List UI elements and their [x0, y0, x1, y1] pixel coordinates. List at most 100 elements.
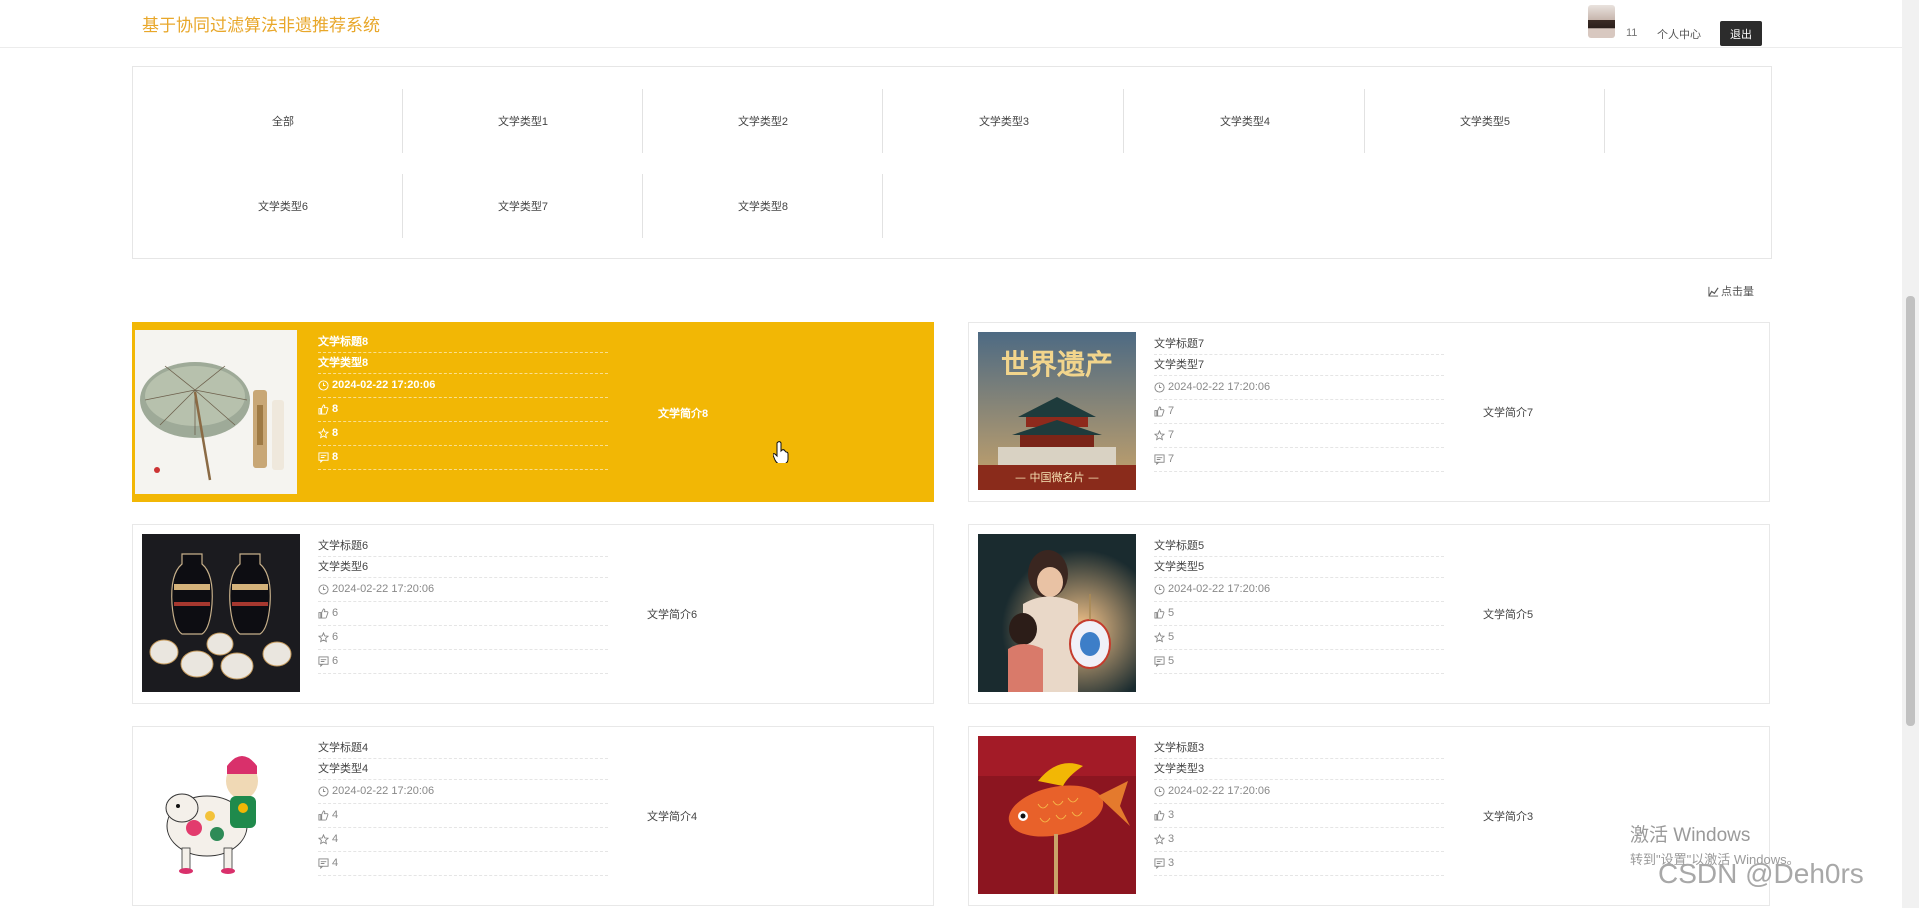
sort-label: 点击量	[1721, 286, 1754, 298]
card-type: 文学类型7	[1154, 355, 1444, 376]
top-header: 基于协同过滤算法非遗推荐系统 11 个人中心 退出	[0, 0, 1902, 48]
card-title[interactable]: 文学标题3	[1154, 738, 1444, 759]
card-favorites: 8	[318, 422, 608, 446]
thumbs-up-icon	[318, 404, 329, 415]
scrollbar[interactable]	[1902, 0, 1919, 908]
card-title[interactable]: 文学标题6	[318, 536, 608, 557]
clock-icon	[318, 584, 329, 595]
comment-icon	[318, 858, 329, 869]
star-icon	[318, 834, 329, 845]
card-likes: 8	[318, 398, 608, 422]
star-icon	[1154, 430, 1165, 441]
logout-button[interactable]: 退出	[1720, 21, 1762, 46]
card-favorites: 7	[1154, 424, 1444, 448]
category-4[interactable]: 文学类型4	[1125, 89, 1365, 153]
image-caption-subtitle: — 中国微名片 —	[1015, 470, 1099, 484]
category-all[interactable]: 全部	[163, 89, 403, 153]
thumbs-up-icon	[1154, 406, 1165, 417]
card-date: 2024-02-22 17:20:06	[1154, 780, 1444, 804]
card-title[interactable]: 文学标题7	[1154, 334, 1444, 355]
star-icon	[1154, 632, 1165, 643]
card-comments: 5	[1154, 650, 1444, 674]
scrollbar-thumb[interactable]	[1906, 296, 1915, 726]
chart-icon	[1708, 286, 1719, 297]
item-card[interactable]: 文学标题4 文学类型4 2024-02-22 17:20:06 4 4 4 文学…	[132, 726, 934, 906]
lantern-girls-image	[978, 534, 1136, 692]
activation-title: 激活 Windows	[1630, 825, 1751, 846]
card-comments: 7	[1154, 448, 1444, 472]
clock-icon	[318, 380, 329, 391]
card-image[interactable]	[142, 534, 300, 692]
item-card[interactable]: 世界遗产 — 中国微名片 — 文学标题7 文学类型7 2024-02-22 17…	[968, 322, 1770, 502]
temple-image: 世界遗产 — 中国微名片 —	[978, 332, 1136, 490]
category-8[interactable]: 文学类型8	[643, 174, 883, 238]
card-date: 2024-02-22 17:20:06	[1154, 376, 1444, 400]
card-intro: 文学简介8	[658, 408, 709, 420]
card-image[interactable]: 世界遗产 — 中国微名片 —	[978, 332, 1136, 490]
csdn-watermark: CSDN @Deh0rs	[1658, 858, 1864, 889]
star-icon	[318, 632, 329, 643]
category-2[interactable]: 文学类型2	[643, 89, 883, 153]
thumbs-up-icon	[1154, 608, 1165, 619]
card-likes: 3	[1154, 804, 1444, 828]
card-image[interactable]	[978, 736, 1136, 894]
thumbs-up-icon	[1154, 810, 1165, 821]
category-7[interactable]: 文学类型7	[403, 174, 643, 238]
user-center-link[interactable]: 个人中心	[1657, 26, 1701, 42]
card-favorites: 5	[1154, 626, 1444, 650]
comment-icon	[1154, 656, 1165, 667]
site-title[interactable]: 基于协同过滤算法非遗推荐系统	[142, 11, 380, 36]
card-likes: 4	[318, 804, 608, 828]
clay-figure-image	[142, 736, 300, 894]
clock-icon	[318, 786, 329, 797]
image-caption-title: 世界遗产	[1001, 348, 1113, 381]
card-image[interactable]	[142, 736, 300, 894]
card-likes: 6	[318, 602, 608, 626]
vases-image	[142, 534, 300, 692]
card-image[interactable]	[978, 534, 1136, 692]
star-icon	[318, 428, 329, 439]
card-favorites: 6	[318, 626, 608, 650]
card-comments: 3	[1154, 852, 1444, 876]
card-type: 文学类型5	[1154, 557, 1444, 578]
clock-icon	[1154, 382, 1165, 393]
star-icon	[1154, 834, 1165, 845]
username: 11	[1626, 27, 1638, 39]
thumbs-up-icon	[318, 810, 329, 821]
clock-icon	[1154, 584, 1165, 595]
comment-icon	[1154, 454, 1165, 465]
card-title[interactable]: 文学标题4	[318, 738, 608, 759]
card-type: 文学类型4	[318, 759, 608, 780]
card-date: 2024-02-22 17:20:06	[318, 780, 608, 804]
card-likes: 7	[1154, 400, 1444, 424]
category-6[interactable]: 文学类型6	[163, 174, 403, 238]
thumbs-up-icon	[318, 608, 329, 619]
card-comments: 8	[318, 446, 608, 470]
card-date: 2024-02-22 17:20:06	[1154, 578, 1444, 602]
comment-icon	[318, 452, 329, 463]
card-likes: 5	[1154, 602, 1444, 626]
hand-cursor-icon	[773, 441, 789, 463]
card-title[interactable]: 文学标题8	[318, 332, 608, 353]
card-date: 2024-02-22 17:20:06	[318, 374, 608, 398]
card-type: 文学类型8	[318, 353, 608, 374]
item-card[interactable]: 文学标题6 文学类型6 2024-02-22 17:20:06 6 6 6 文学…	[132, 524, 934, 704]
card-comments: 4	[318, 852, 608, 876]
card-comments: 6	[318, 650, 608, 674]
card-image[interactable]	[135, 330, 297, 494]
avatar[interactable]	[1588, 5, 1615, 38]
card-favorites: 3	[1154, 828, 1444, 852]
comment-icon	[318, 656, 329, 667]
item-card[interactable]: 文学标题5 文学类型5 2024-02-22 17:20:06 5 5 5 文学…	[968, 524, 1770, 704]
comment-icon	[1154, 858, 1165, 869]
card-title[interactable]: 文学标题5	[1154, 536, 1444, 557]
item-card[interactable]: 文学标题8 文学类型8 2024-02-22 17:20:06 8 8 8 文学…	[132, 322, 934, 502]
sort-by-clicks[interactable]: 点击量	[1708, 283, 1754, 299]
card-favorites: 4	[318, 828, 608, 852]
item-card[interactable]: 文学标题3 文学类型3 2024-02-22 17:20:06 3 3 3 文学…	[968, 726, 1770, 906]
category-5[interactable]: 文学类型5	[1365, 89, 1605, 153]
card-intro: 文学简介5	[1483, 609, 1534, 621]
category-1[interactable]: 文学类型1	[403, 89, 643, 153]
card-intro: 文学简介4	[647, 811, 698, 823]
category-3[interactable]: 文学类型3	[884, 89, 1124, 153]
